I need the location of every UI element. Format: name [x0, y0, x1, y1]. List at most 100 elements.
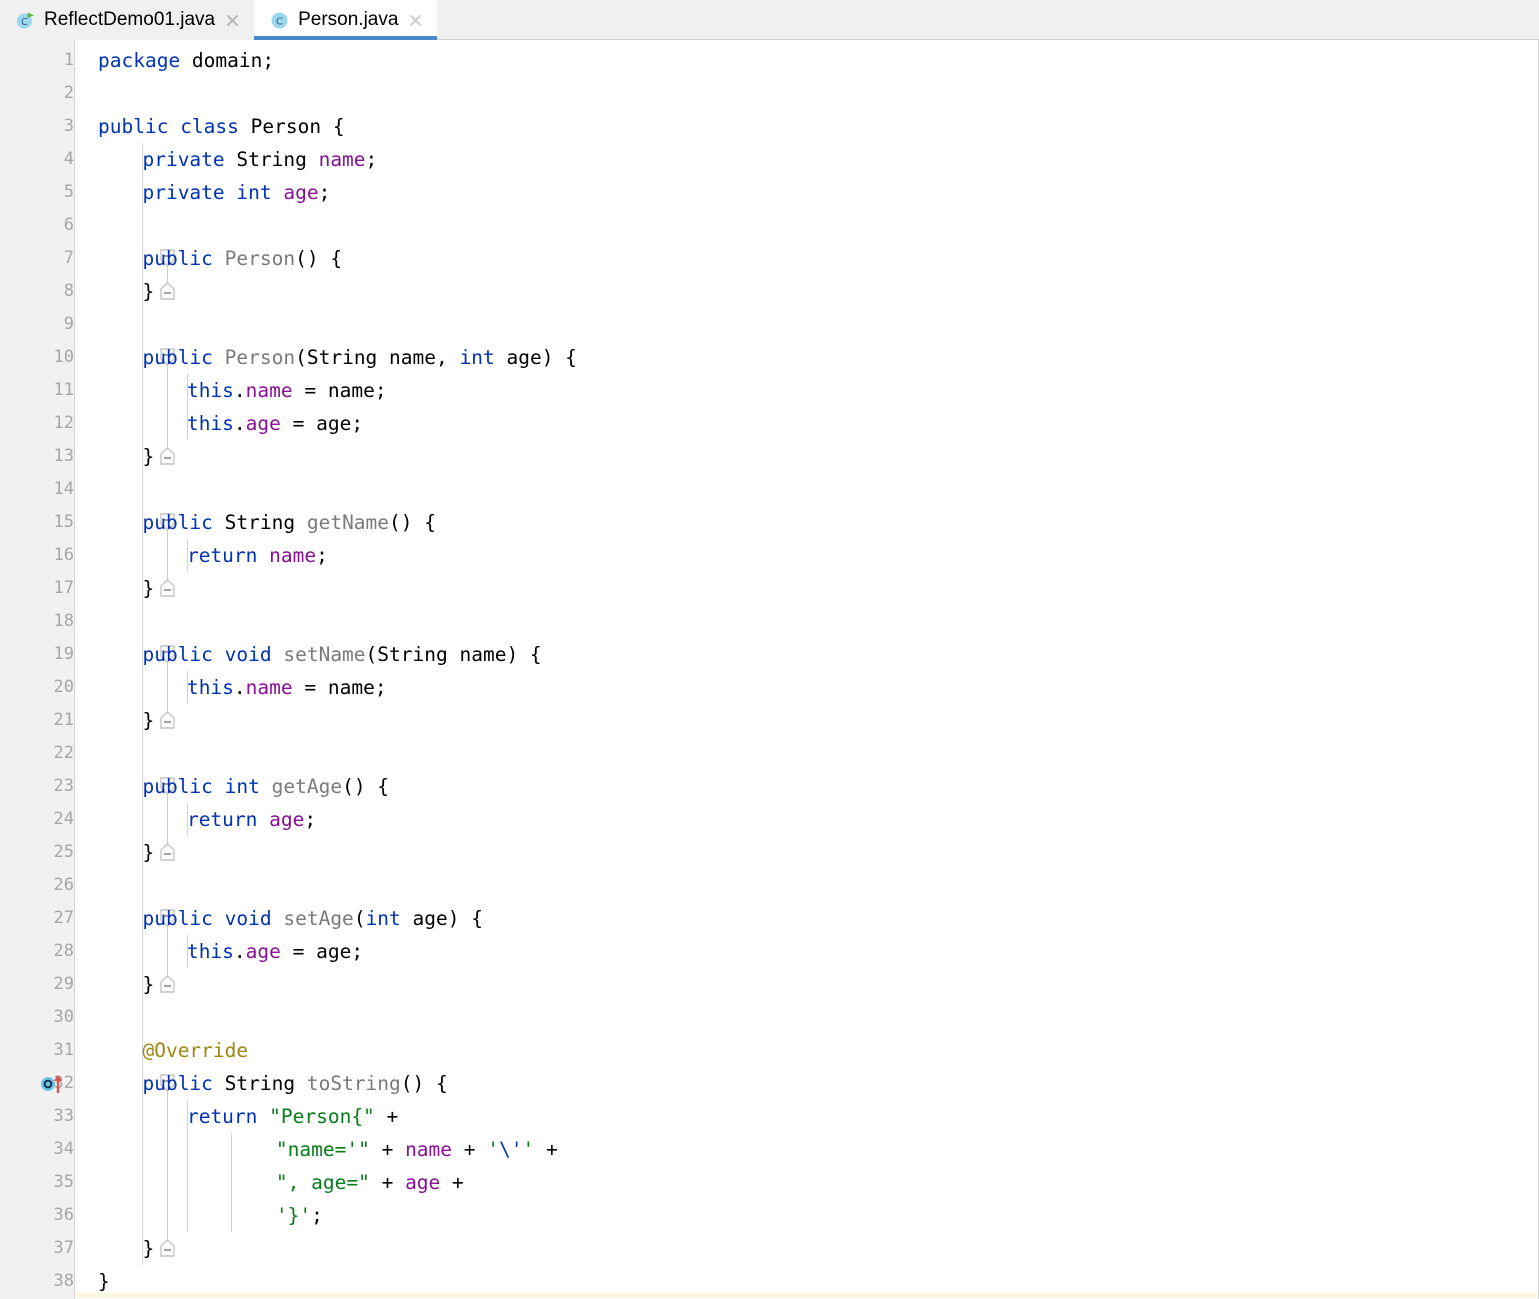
- code-token: +: [369, 1138, 406, 1161]
- code-text-area[interactable]: package domain; public class Person {priv…: [0, 40, 1538, 1299]
- code-token: Person: [224, 247, 296, 270]
- code-line[interactable]: this.name = name;: [187, 671, 387, 704]
- code-token: String: [224, 1072, 307, 1095]
- editor-tab-bar: C ReflectDemo01.java C Person.java: [0, 0, 1539, 40]
- code-line[interactable]: private int age;: [142, 176, 330, 209]
- code-token: getAge: [271, 775, 343, 798]
- code-line[interactable]: return "Person{" +: [187, 1100, 398, 1133]
- tab-label: Person.java: [298, 9, 399, 30]
- code-token: = age;: [280, 940, 364, 963]
- code-line[interactable]: public Person() {: [142, 242, 342, 275]
- code-line[interactable]: }: [142, 836, 154, 869]
- code-token: age: [283, 181, 319, 204]
- code-token: private: [142, 181, 237, 204]
- code-line[interactable]: public void setAge(int age) {: [142, 902, 483, 935]
- code-token: public: [142, 511, 225, 534]
- code-line[interactable]: this.age = age;: [187, 407, 363, 440]
- code-line[interactable]: public String toString() {: [142, 1067, 447, 1100]
- code-token: ': [487, 1138, 500, 1161]
- code-token: public: [142, 346, 225, 369]
- code-line[interactable]: }: [142, 572, 154, 605]
- code-line[interactable]: public String getName() {: [142, 506, 436, 539]
- code-line[interactable]: public Person(String name, int age) {: [142, 341, 576, 374]
- code-token: \': [499, 1138, 523, 1161]
- code-token: int: [224, 775, 272, 798]
- code-token: () {: [389, 511, 436, 534]
- indent-guide: [231, 1133, 233, 1232]
- code-token: +: [534, 1138, 558, 1161]
- code-token: +: [369, 1171, 406, 1194]
- code-token: }: [142, 841, 155, 864]
- code-line[interactable]: }: [142, 1232, 154, 1265]
- code-line[interactable]: public void setName(String name) {: [142, 638, 541, 671]
- code-token: int: [236, 181, 284, 204]
- close-icon[interactable]: [407, 12, 424, 29]
- code-editor[interactable]: 1 2 3 4 5 6 7 8 9 10 11 12 13 14 15 16 17 18 19 20 21 22 23 24 2…: [0, 40, 1539, 1299]
- code-token: Person {: [250, 115, 345, 138]
- code-token: = name;: [292, 676, 387, 699]
- code-token: public: [98, 115, 181, 138]
- code-token: age) {: [494, 346, 577, 369]
- code-line[interactable]: this.name = name;: [187, 374, 387, 407]
- code-line[interactable]: }: [142, 704, 154, 737]
- code-token: this: [186, 379, 234, 402]
- svg-text:C: C: [21, 17, 28, 28]
- code-line[interactable]: ", age=" + age +: [276, 1166, 464, 1199]
- code-token: }: [142, 445, 155, 468]
- code-token: int: [365, 907, 401, 930]
- code-line[interactable]: public class Person {: [98, 110, 345, 143]
- code-token: private: [142, 148, 237, 171]
- code-token: age: [245, 940, 281, 963]
- code-token: name: [269, 544, 317, 567]
- code-line[interactable]: this.age = age;: [187, 935, 363, 968]
- code-token: Person: [224, 346, 296, 369]
- java-class-icon: C: [270, 11, 289, 30]
- tab-reflectdemo01[interactable]: C ReflectDemo01.java: [0, 0, 255, 40]
- code-line[interactable]: package domain;: [98, 44, 274, 77]
- code-line[interactable]: }: [142, 440, 154, 473]
- code-line[interactable]: return age;: [187, 803, 316, 836]
- code-token: name) {: [447, 643, 542, 666]
- code-token: "name='": [275, 1138, 370, 1161]
- code-line[interactable]: private String name;: [142, 143, 377, 176]
- code-token: this: [186, 676, 234, 699]
- code-token: String: [377, 643, 448, 666]
- code-token: age: [405, 1171, 441, 1194]
- code-line[interactable]: @Override: [142, 1034, 248, 1067]
- code-token: this: [186, 940, 234, 963]
- code-token: name: [245, 676, 293, 699]
- code-token: .: [233, 412, 246, 435]
- code-token: domain;: [191, 49, 275, 72]
- code-token: class: [180, 115, 251, 138]
- code-token: ': [522, 1138, 535, 1161]
- code-token: (: [353, 907, 366, 930]
- code-line[interactable]: return name;: [187, 539, 328, 572]
- code-token: name: [245, 379, 293, 402]
- code-token: }: [142, 1237, 155, 1260]
- code-line[interactable]: }: [142, 275, 154, 308]
- code-token: .: [233, 379, 246, 402]
- code-token: package: [98, 49, 192, 72]
- code-token: toString: [306, 1072, 401, 1095]
- code-token: (: [295, 346, 307, 369]
- code-line[interactable]: "name='" + name + '\'' +: [276, 1133, 558, 1166]
- code-line[interactable]: }: [142, 968, 154, 1001]
- code-token: return: [186, 808, 270, 831]
- java-runnable-class-icon: C: [16, 11, 35, 30]
- close-icon[interactable]: [224, 12, 241, 29]
- code-token: = name;: [292, 379, 387, 402]
- code-token: void: [224, 643, 284, 666]
- svg-text:C: C: [276, 16, 283, 27]
- code-token: name,: [377, 346, 460, 369]
- code-token: public: [142, 247, 225, 270]
- code-token: '}': [275, 1204, 312, 1227]
- tab-person[interactable]: C Person.java: [254, 0, 438, 40]
- code-line[interactable]: public int getAge() {: [142, 770, 389, 803]
- code-token: }: [142, 709, 155, 732]
- code-token: String: [306, 346, 378, 369]
- code-token: ;: [318, 181, 331, 204]
- code-token: public: [142, 643, 225, 666]
- code-token: ;: [316, 544, 328, 567]
- code-line[interactable]: '}';: [276, 1199, 323, 1232]
- code-token: public: [142, 907, 225, 930]
